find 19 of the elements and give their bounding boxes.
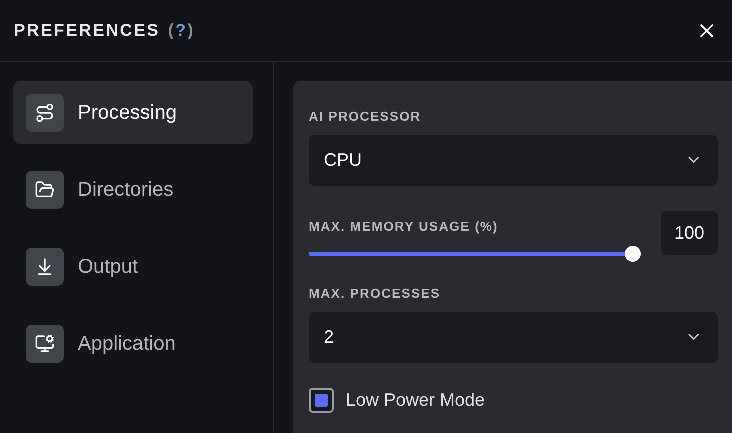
route-icon [35, 102, 55, 122]
memory-slider[interactable] [309, 246, 641, 262]
checkbox[interactable] [309, 388, 334, 412]
sidebar-item[interactable]: Processing [13, 81, 253, 144]
sidebar-item[interactable]: Application [13, 312, 253, 375]
field-label: AI PROCESSOR [309, 108, 422, 126]
dialog-title: PREFERENCES [14, 20, 160, 42]
sidebar-item[interactable]: Directories [13, 158, 253, 221]
checkbox-label: Low Power Mode [346, 388, 486, 412]
dropdown-field[interactable]: 2 [309, 312, 718, 362]
sidebar-item[interactable]: Output [13, 235, 253, 298]
monitor-icon [35, 334, 55, 354]
field-label: MAX. PROCESSES [309, 285, 442, 303]
field-label: MAX. MEMORY USAGE (%) [309, 218, 500, 236]
folder-icon [35, 180, 55, 200]
number-field[interactable]: 100 [661, 211, 718, 256]
slider-thumb[interactable] [625, 246, 641, 262]
help-link[interactable]: (?) [168, 18, 196, 44]
dropdown-field[interactable]: CPU [309, 134, 718, 186]
